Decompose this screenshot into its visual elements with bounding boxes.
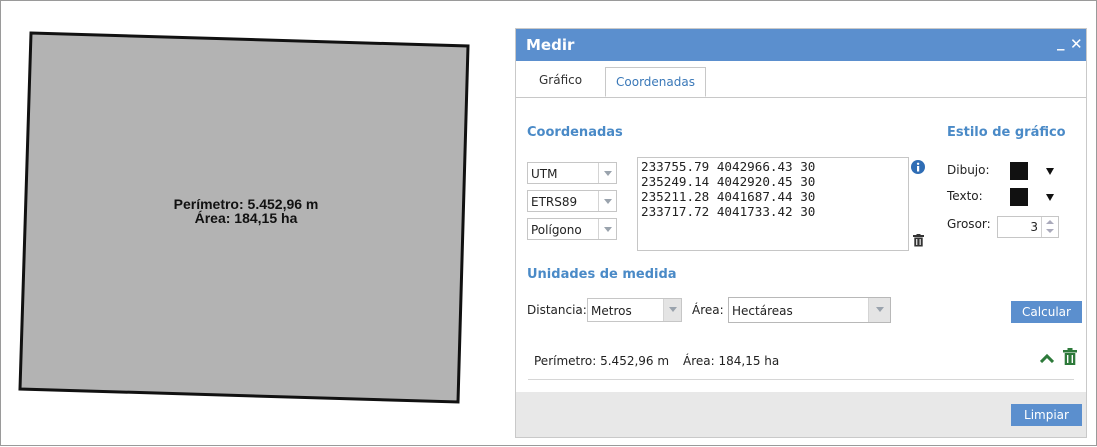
units-section-title: Unidades de medida	[527, 267, 677, 282]
chevron-down-icon	[663, 299, 681, 321]
text-color-label: Texto:	[947, 189, 983, 203]
result-perimeter: Perímetro: 5.452,96 m	[534, 354, 670, 368]
polygon-perimeter-label: Perímetro: 5.452,96 m	[173, 196, 319, 212]
chevron-down-icon	[598, 191, 616, 211]
polygon-measure-label: Perímetro: 5.452,96 m Área: 184,15 ha	[141, 197, 351, 225]
chevron-down-icon	[868, 298, 890, 322]
graphic-style-section-title: Estilo de gráfico	[947, 125, 1066, 140]
info-icon[interactable]	[911, 160, 925, 174]
coordinate-row: 235249.14 4042920.45 30	[641, 174, 816, 189]
coordinate-row: 233717.72 4041733.42 30	[641, 204, 816, 219]
coordinates-textarea[interactable]: 233755.79 4042966.43 30 235249.14 404292…	[637, 157, 909, 251]
calculate-button[interactable]: Calcular	[1011, 301, 1082, 323]
chevron-up-icon[interactable]	[1040, 353, 1054, 363]
datum-value: ETRS89	[531, 195, 578, 209]
coordinate-row: 235211.28 4041687.44 30	[641, 189, 816, 204]
panel-footer: Limpiar	[516, 392, 1086, 437]
distance-unit-select[interactable]: Metros	[587, 298, 682, 322]
minimize-button[interactable]: _	[1057, 33, 1065, 51]
close-button[interactable]: ✕	[1070, 35, 1083, 53]
result-area: Área: 184,15 ha	[683, 354, 780, 368]
chevron-down-icon	[598, 219, 616, 239]
thickness-label: Grosor:	[947, 217, 991, 231]
geometry-type-value: Polígono	[531, 223, 582, 237]
caret-down-icon[interactable]	[1046, 168, 1054, 175]
thickness-stepper[interactable]: 3	[997, 216, 1059, 238]
panel-title: Medir	[526, 36, 575, 54]
coordinates-section-title: Coordenadas	[527, 125, 623, 140]
trash-icon[interactable]	[1063, 348, 1077, 365]
text-color-swatch[interactable]	[1010, 188, 1028, 206]
tab-grafico[interactable]: Gráfico	[539, 73, 582, 87]
panel-header[interactable]: Medir _ ✕	[516, 29, 1086, 61]
caret-down-icon[interactable]	[1046, 194, 1054, 201]
thickness-value: 3	[1030, 220, 1038, 234]
distance-label: Distancia:	[527, 303, 587, 317]
geometry-type-select[interactable]: Polígono	[527, 218, 617, 240]
result-divider	[528, 379, 1074, 380]
datum-select[interactable]: ETRS89	[527, 190, 617, 212]
measure-panel: Medir _ ✕ Gráfico Coordenadas Coordenada…	[515, 28, 1087, 438]
coordinate-system-select[interactable]: UTM	[527, 162, 617, 184]
chevron-down-icon	[598, 163, 616, 183]
stepper-arrows[interactable]	[1041, 217, 1058, 237]
draw-color-swatch[interactable]	[1010, 162, 1028, 180]
area-unit-select[interactable]: Hectáreas	[728, 297, 891, 323]
area-unit-value: Hectáreas	[732, 304, 793, 318]
clear-button[interactable]: Limpiar	[1011, 404, 1082, 426]
coordinate-system-value: UTM	[531, 167, 558, 181]
polygon-area-label: Área: 184,15 ha	[194, 210, 298, 226]
coordinate-row: 233755.79 4042966.43 30	[641, 159, 816, 174]
distance-unit-value: Metros	[591, 304, 632, 318]
tab-coordenadas[interactable]: Coordenadas	[605, 67, 706, 97]
trash-icon[interactable]	[913, 234, 924, 247]
draw-color-label: Dibujo:	[947, 163, 990, 177]
tab-bar: Gráfico Coordenadas	[516, 61, 1086, 98]
area-unit-label: Área:	[692, 303, 724, 317]
arrow-down-icon[interactable]	[1046, 229, 1054, 233]
arrow-up-icon[interactable]	[1046, 220, 1054, 224]
